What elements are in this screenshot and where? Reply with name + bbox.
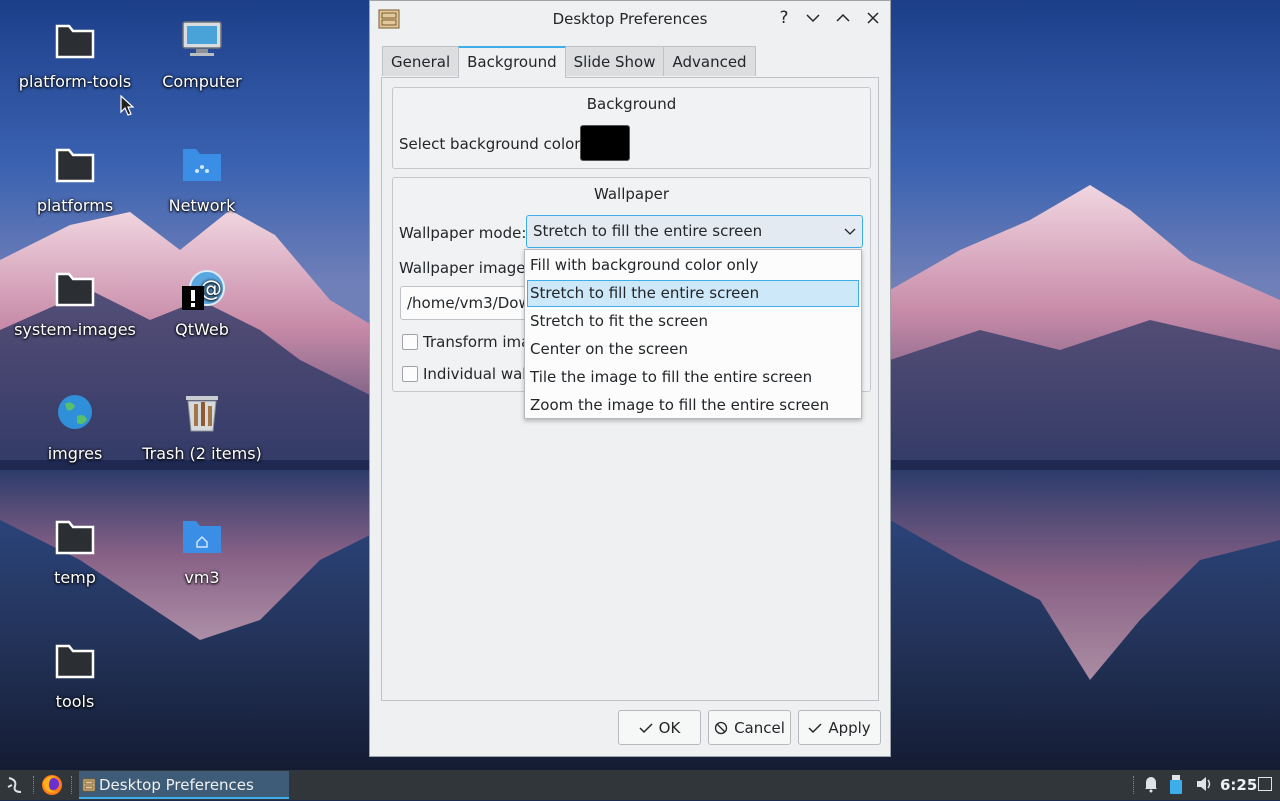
checkmark-icon (808, 722, 822, 733)
desktop-icon-network[interactable]: Network (140, 144, 264, 244)
cancel-button[interactable]: Cancel (708, 710, 791, 745)
ok-button-label: OK (658, 718, 681, 737)
desktop-icon-label: Trash (2 items) (142, 444, 262, 463)
individual-wallpaper-checkbox[interactable] (402, 366, 418, 382)
show-desktop-button[interactable] (1258, 777, 1272, 791)
transform-image-checkbox[interactable] (402, 334, 418, 350)
removable-media-button[interactable] (1170, 775, 1182, 799)
transform-image-label: Transform ima (423, 333, 531, 351)
desktop-icon-label: imgres (47, 444, 103, 463)
desktop-icon-label: vm3 (184, 568, 220, 587)
desktop-icon-tools[interactable]: tools (13, 640, 137, 740)
desktop-icon-label: QtWeb (175, 320, 229, 339)
folder-icon (53, 144, 97, 188)
desktop-icon-vm3[interactable]: vm3 (140, 516, 264, 616)
notification-button[interactable] (1143, 775, 1159, 797)
close-button[interactable] (862, 7, 884, 29)
cancel-icon (714, 721, 728, 734)
desktop-icon-system-images[interactable]: system-images (13, 268, 137, 368)
apply-button-label: Apply (828, 718, 871, 737)
taskbar-task-label: Desktop Preferences (99, 776, 254, 794)
background-color-button[interactable] (580, 125, 630, 161)
dropdown-option-stretch-fit[interactable]: Stretch to fit the screen (527, 308, 859, 335)
desktop-icon-label: Computer (162, 72, 242, 91)
desktop-icon-computer[interactable]: Computer (140, 20, 264, 120)
wallpaper-mode-value: Stretch to fill the entire screen (533, 222, 763, 240)
individual-wallpaper-label: Individual wall (423, 365, 531, 383)
desktop-icon-label: temp (54, 568, 96, 587)
taskbar-separator (33, 776, 35, 794)
desktop-icon-label: system-images (14, 320, 136, 339)
wallpaper-image-label: Wallpaper image f (399, 259, 536, 277)
computer-icon (180, 20, 224, 64)
usb-drive-icon (1170, 775, 1182, 794)
tab-general[interactable]: General (382, 46, 460, 76)
bell-icon (1145, 777, 1157, 793)
checkmark-icon (639, 722, 653, 733)
minimize-button[interactable] (802, 7, 824, 29)
dropdown-option-fill-color[interactable]: Fill with background color only (527, 252, 859, 279)
desktop-icon-label: platform-tools (18, 72, 132, 91)
app-icon (82, 778, 96, 792)
qtweb-icon: @ (180, 268, 225, 312)
wallpaper-image-path-input[interactable]: /home/vm3/Dow (400, 286, 540, 320)
folder-icon (53, 268, 97, 312)
desktop-icon-label: platforms (36, 196, 114, 215)
wallpaper-mode-select[interactable]: Stretch to fill the entire screen (526, 215, 863, 248)
close-icon (867, 12, 879, 24)
speaker-icon (1197, 777, 1211, 791)
maximize-button[interactable] (832, 7, 854, 29)
desktop-icon-temp[interactable]: temp (13, 516, 137, 616)
desktop-icon-platforms[interactable]: platforms (13, 144, 137, 244)
desktop-icon-trash[interactable]: Trash (2 items) (140, 392, 264, 492)
dropdown-option-center[interactable]: Center on the screen (527, 336, 859, 363)
background-group-title: Background (586, 95, 677, 113)
desktop-icon-imgres[interactable]: imgres (13, 392, 137, 492)
tab-slide-show[interactable]: Slide Show (564, 46, 665, 76)
apply-button[interactable]: Apply (798, 710, 881, 745)
desktop-icon-platform-tools[interactable]: platform-tools (13, 20, 137, 120)
background-color-label: Select background color: (399, 135, 586, 153)
help-button[interactable]: ? (773, 7, 795, 29)
wallpaper-mode-dropdown-list: Fill with background color only Stretch … (524, 249, 862, 419)
taskbar-separator (71, 776, 73, 794)
chevron-down-icon (806, 14, 820, 23)
folder-icon (53, 516, 97, 560)
network-folder-icon (180, 144, 224, 188)
desktop-icon-qtweb[interactable]: @ QtWeb (140, 268, 264, 368)
globe-icon (53, 392, 97, 436)
volume-button[interactable] (1195, 775, 1213, 797)
chevron-down-icon (844, 216, 856, 247)
mouse-cursor-icon (120, 95, 135, 116)
dropdown-option-stretch-fill[interactable]: Stretch to fill the entire screen (527, 280, 859, 307)
home-folder-icon (180, 516, 224, 560)
dropdown-option-zoom[interactable]: Zoom the image to fill the entire screen (527, 392, 859, 419)
desktop-icon-label: tools (55, 692, 95, 711)
chevron-up-icon (836, 13, 850, 22)
lxqt-menu-icon (7, 777, 22, 793)
tab-background[interactable]: Background (458, 46, 566, 78)
cancel-button-label: Cancel (734, 718, 785, 737)
folder-icon (53, 20, 97, 64)
ok-button[interactable]: OK (618, 710, 701, 745)
tab-bar: General Background Slide Show Advanced (382, 46, 756, 78)
desktop-icon-label: Network (168, 196, 236, 215)
taskbar: Desktop Preferences 6:25 (0, 770, 1280, 800)
trash-icon (180, 392, 224, 436)
background-group: Background Select background color: (392, 87, 871, 169)
start-menu-button[interactable] (2, 772, 28, 798)
taskbar-task-desktop-preferences[interactable]: Desktop Preferences (79, 771, 289, 799)
dropdown-option-tile[interactable]: Tile the image to fill the entire screen (527, 364, 859, 391)
firefox-launcher[interactable] (40, 773, 64, 797)
firefox-icon (42, 775, 62, 795)
tab-advanced[interactable]: Advanced (663, 46, 756, 76)
wallpaper-mode-label: Wallpaper mode: (399, 224, 527, 242)
clock[interactable]: 6:25 (1220, 770, 1257, 800)
dialog-titlebar[interactable]: Desktop Preferences ? (370, 1, 890, 37)
wallpaper-group-title: Wallpaper (593, 185, 670, 203)
tray-separator (1133, 776, 1135, 794)
folder-icon (53, 640, 97, 684)
